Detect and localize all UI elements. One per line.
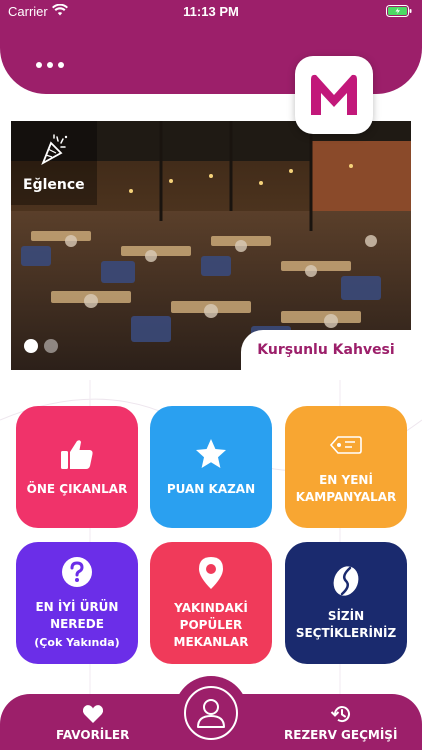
tile-label-line: SİZİN: [327, 609, 365, 623]
tile-label-line: YAKINDAKİ: [174, 600, 248, 615]
venue-name-tag[interactable]: Kurşunlu Kahvesi: [241, 330, 411, 370]
nav-favorites-label: FAVORİLER: [56, 728, 130, 742]
logo-m-icon: [311, 74, 357, 115]
heart-icon: [82, 704, 104, 724]
coming-soon-label: (Çok Yakında): [34, 636, 120, 649]
featured-banner[interactable]: Eğlence Kurşunlu Kahvesi: [11, 121, 411, 370]
party-popper-icon: [39, 133, 69, 171]
menu-dot: [58, 62, 64, 68]
tile-label: YAKINDAKİ POPÜLER MEKANLAR: [168, 600, 255, 651]
profile-button[interactable]: [184, 686, 238, 740]
tile-label-line: EN YENİ: [319, 473, 373, 487]
tile-best-product[interactable]: EN İYİ ÜRÜN NEREDE (Çok Yakında): [16, 542, 138, 664]
status-time: 11:13 PM: [183, 4, 239, 19]
menu-dot: [36, 62, 42, 68]
star-icon: [195, 437, 227, 471]
history-icon: [330, 704, 352, 724]
tile-label: PUAN KAZAN: [166, 481, 256, 496]
tile-label: ÖNE ÇIKANLAR: [26, 481, 128, 496]
tile-label-line: POPÜLER: [179, 617, 243, 632]
tile-your-picks[interactable]: SİZİN SEÇTİKLERİNİZ: [285, 542, 407, 664]
tile-new-campaigns[interactable]: EN YENİ KAMPANYALAR: [285, 406, 407, 528]
nav-history-label: REZERV GEÇMİŞİ: [284, 728, 398, 742]
question-icon: [60, 555, 94, 589]
status-bar: Carrier 11:13 PM: [0, 0, 422, 22]
tile-label-line: NEREDE: [50, 617, 104, 631]
more-menu-button[interactable]: [36, 62, 64, 68]
carousel-dot[interactable]: [44, 339, 58, 353]
nav-reservation-history[interactable]: REZERV GEÇMİŞİ: [284, 704, 397, 742]
user-icon: [197, 699, 225, 728]
category-badge: Eğlence: [11, 121, 97, 205]
venue-name: Kurşunlu Kahvesi: [257, 342, 395, 358]
tile-earn-points[interactable]: PUAN KAZAN: [150, 406, 272, 528]
carousel-indicator[interactable]: [24, 339, 58, 353]
tile-label-line: MEKANLAR: [173, 634, 249, 649]
battery-icon: [386, 5, 412, 21]
tag-icon: [329, 428, 363, 462]
app-logo: [295, 56, 373, 134]
menu-dot: [47, 62, 53, 68]
tile-highlights[interactable]: ÖNE ÇIKANLAR: [16, 406, 138, 528]
location-pin-icon: [198, 556, 224, 590]
tile-label-line: KAMPANYALAR: [295, 490, 397, 504]
tile-label-line: SEÇTİKLERİNİZ: [295, 626, 397, 640]
tile-label: EN YENİ KAMPANYALAR: [290, 472, 403, 506]
tile-label-line: EN İYİ ÜRÜN: [35, 600, 119, 614]
category-label: Eğlence: [23, 177, 85, 193]
carousel-dot-active[interactable]: [24, 339, 38, 353]
tile-label: SİZİN SEÇTİKLERİNİZ: [290, 608, 402, 642]
coffee-bean-icon: [331, 564, 361, 598]
nav-favorites[interactable]: FAVORİLER: [56, 704, 129, 742]
thumbs-up-icon: [60, 437, 94, 471]
tile-nearby-popular[interactable]: YAKINDAKİ POPÜLER MEKANLAR: [150, 542, 272, 664]
tile-label: EN İYİ ÜRÜN NEREDE (Çok Yakında): [28, 599, 125, 651]
